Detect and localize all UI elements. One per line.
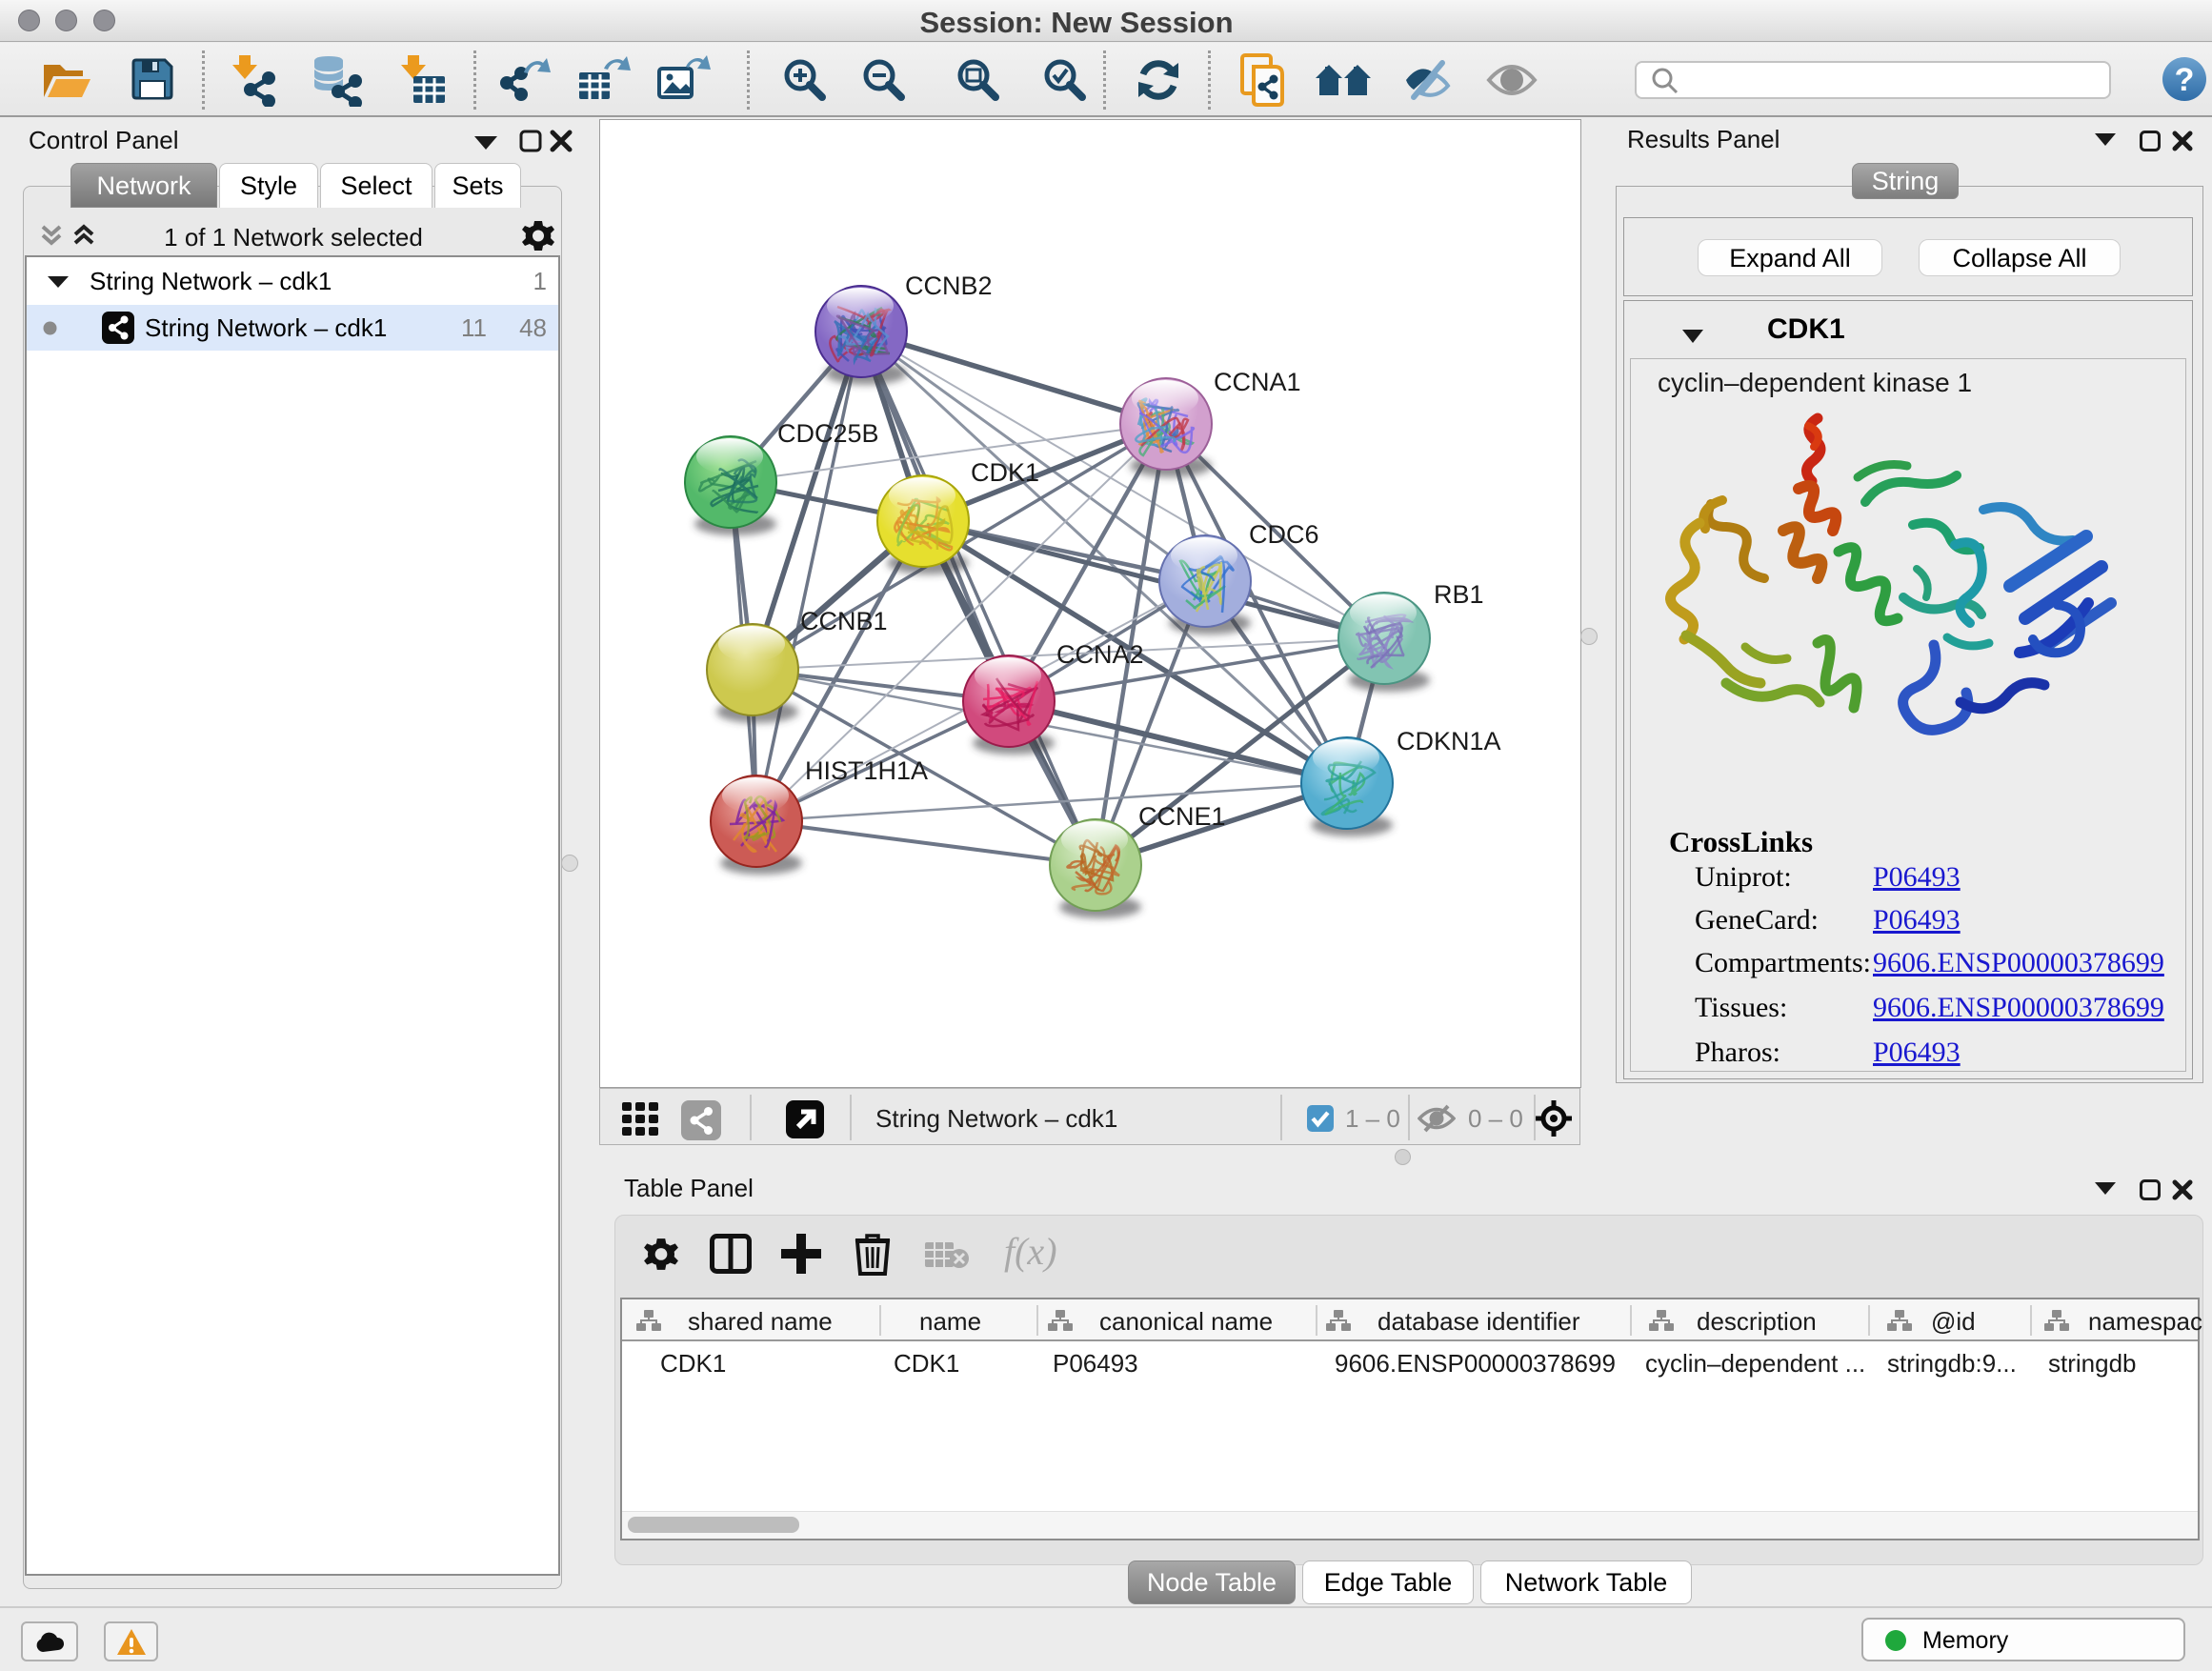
svg-text:HIST1H1A: HIST1H1A xyxy=(805,756,928,785)
svg-text:CCNA2: CCNA2 xyxy=(1056,640,1144,669)
svg-text:CCNB2: CCNB2 xyxy=(905,272,993,300)
svg-text:?: ? xyxy=(2175,62,2195,98)
svg-text:CCNB1: CCNB1 xyxy=(800,607,888,635)
svg-text:RB1: RB1 xyxy=(1434,580,1484,609)
svg-text:CCNE1: CCNE1 xyxy=(1138,802,1226,831)
svg-text:CDC25B: CDC25B xyxy=(777,419,879,448)
svg-text:CDK1: CDK1 xyxy=(971,458,1039,487)
svg-text:CCNA1: CCNA1 xyxy=(1214,368,1301,396)
svg-text:CDC6: CDC6 xyxy=(1249,520,1319,549)
svg-text:CDKN1A: CDKN1A xyxy=(1397,727,1501,755)
